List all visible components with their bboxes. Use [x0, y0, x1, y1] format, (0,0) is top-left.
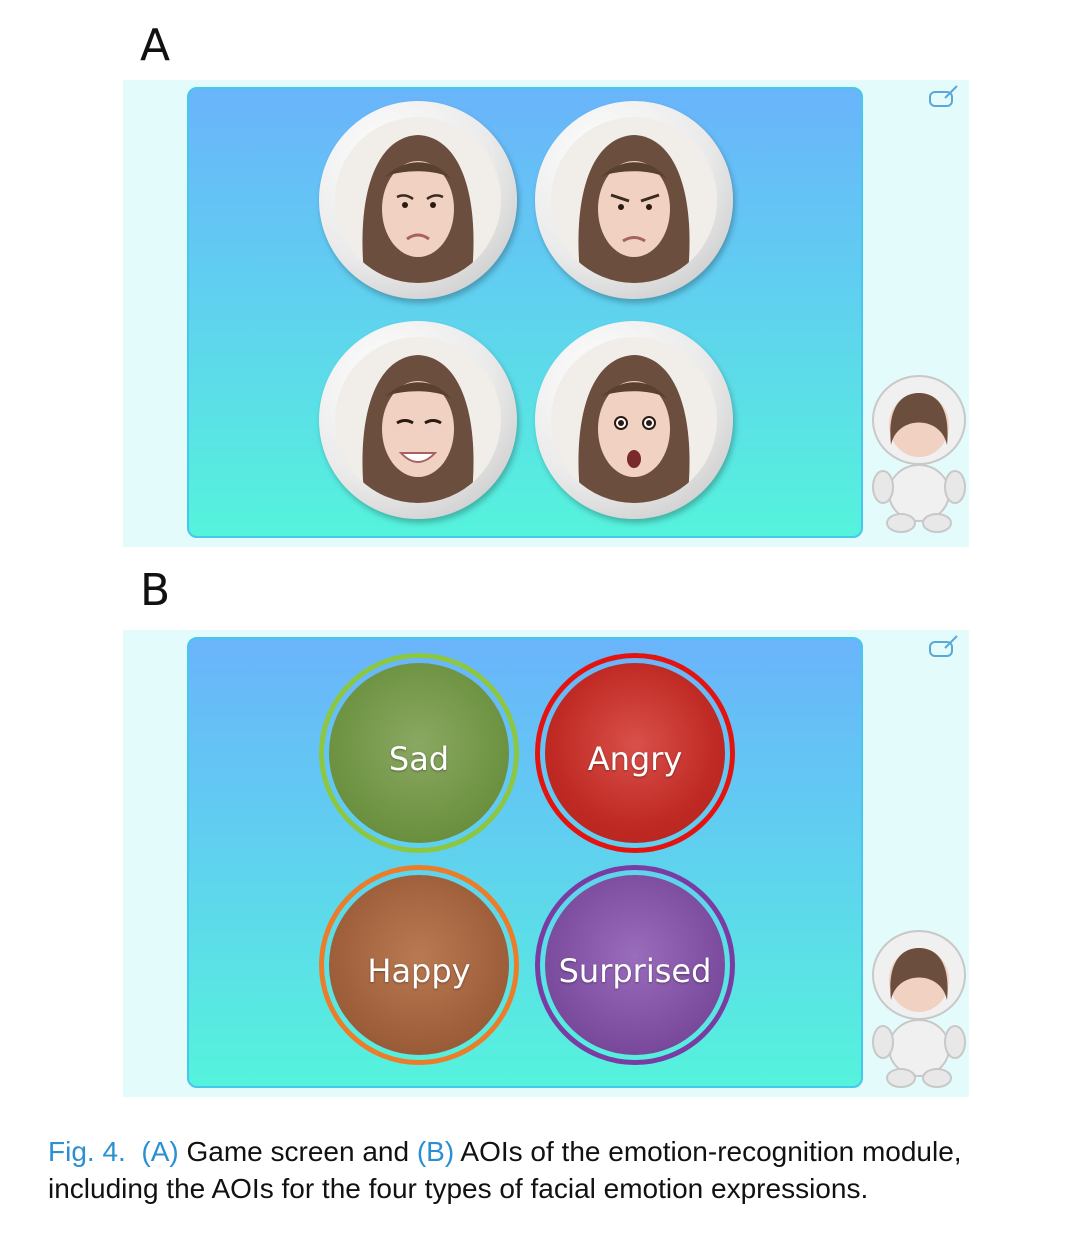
aoi-board: Sad Angry Happy Surprised: [187, 637, 863, 1088]
caption-text-a: Game screen and: [186, 1136, 410, 1167]
game-screen-a: [123, 80, 969, 547]
aoi-sad-label: Sad: [388, 740, 450, 778]
aoi-sad[interactable]: Sad: [319, 653, 519, 853]
caption-ref-a: (A): [141, 1136, 179, 1167]
aoi-happy[interactable]: Happy: [319, 865, 519, 1065]
sad-face-icon: [362, 135, 474, 283]
face-button-surprised[interactable]: [535, 321, 733, 519]
face-button-angry[interactable]: [535, 101, 733, 299]
aoi-surprised-label: Surprised: [558, 952, 712, 990]
face-button-happy[interactable]: [319, 321, 517, 519]
panel-a-label: A: [140, 20, 171, 71]
surprised-face-icon: [578, 355, 690, 503]
game-screen-b: Sad Angry Happy Surprised: [123, 630, 969, 1097]
aoi-happy-label: Happy: [367, 952, 471, 990]
figure-caption: Fig. 4. (A) Game screen and (B) AOIs of …: [48, 1133, 1058, 1207]
panel-b-label: B: [140, 565, 171, 616]
aoi-surprised[interactable]: Surprised: [535, 865, 735, 1065]
face-button-sad[interactable]: [319, 101, 517, 299]
aoi-angry[interactable]: Angry: [535, 653, 735, 853]
angry-face-icon: [578, 135, 690, 283]
caption-fig-number: Fig. 4.: [48, 1136, 126, 1167]
pencil-box-icon[interactable]: [927, 634, 961, 660]
pencil-box-icon[interactable]: [927, 84, 961, 110]
astronaut-mascot-icon: [872, 375, 966, 533]
aoi-angry-label: Angry: [587, 740, 683, 778]
caption-ref-b: (B): [416, 1136, 455, 1167]
astronaut-mascot-icon: [872, 930, 966, 1088]
game-board: [187, 87, 863, 538]
happy-face-icon: [362, 355, 474, 503]
